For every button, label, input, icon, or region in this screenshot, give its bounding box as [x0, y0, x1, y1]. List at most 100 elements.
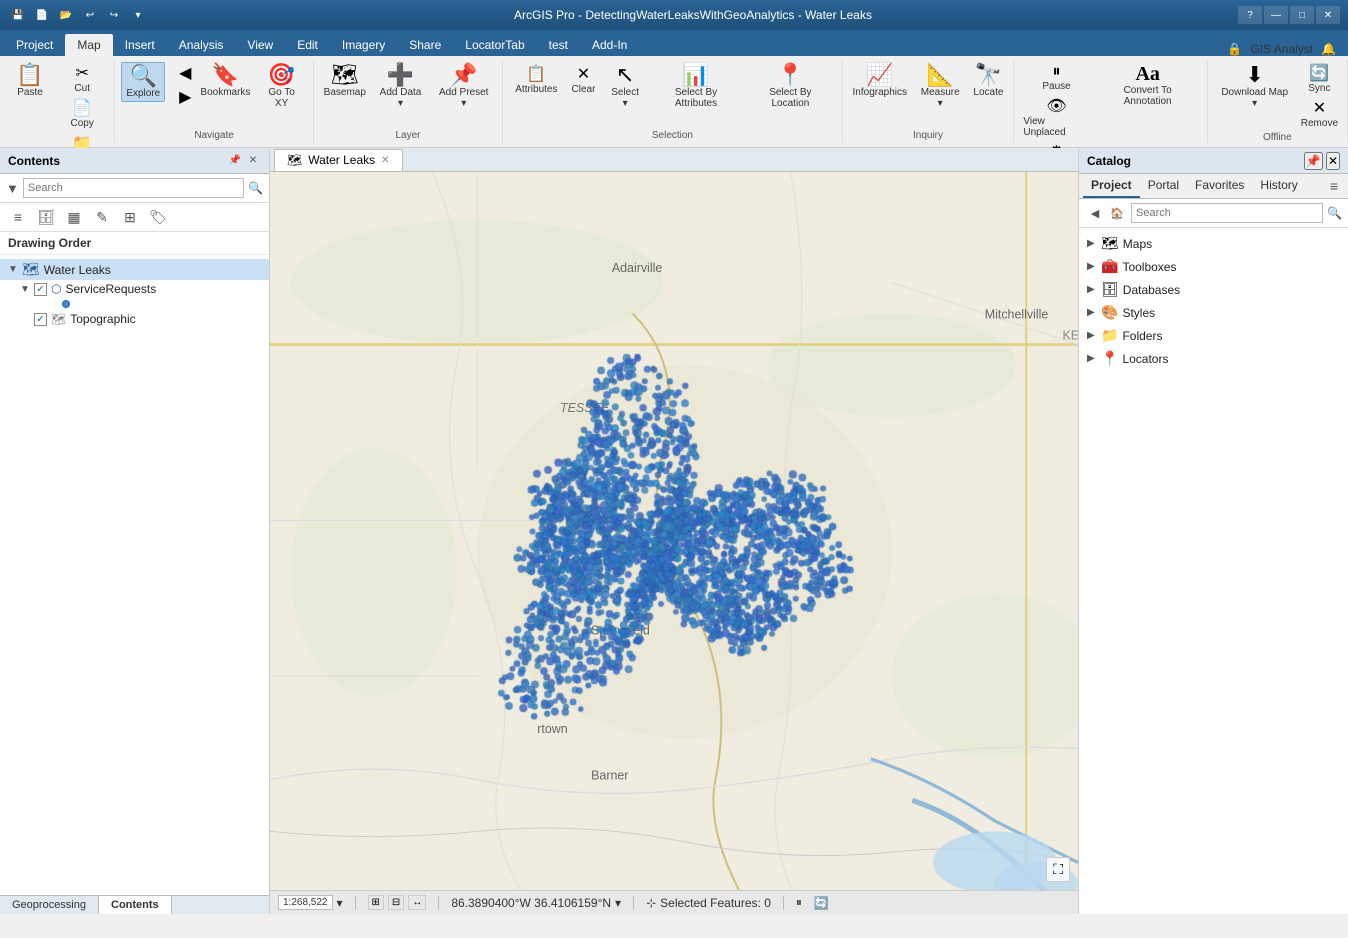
layer-water-leaks[interactable]: ▼ 🗺 Water Leaks — [0, 259, 269, 280]
qat-redo[interactable]: ↪ — [104, 6, 124, 24]
filter-button[interactable]: ▦ — [62, 206, 86, 228]
tab-view[interactable]: View — [235, 34, 285, 56]
help-button[interactable]: ? — [1238, 6, 1262, 24]
catalog-tab-project[interactable]: Project — [1083, 174, 1140, 198]
tab-contents[interactable]: Contents — [99, 896, 172, 914]
db-view-button[interactable]: 🗄 — [34, 206, 58, 228]
attributes-button[interactable]: 📋 Attributes — [509, 62, 563, 97]
tab-locatortab[interactable]: LocatorTab — [453, 34, 536, 56]
tab-project[interactable]: Project — [4, 34, 65, 56]
contents-pin-button[interactable]: 📌 — [227, 153, 243, 169]
clear-icon: ✕ — [577, 64, 590, 84]
contents-search-input[interactable] — [23, 178, 244, 198]
contents-close-button[interactable]: ✕ — [245, 153, 261, 169]
catalog-search-input[interactable] — [1131, 203, 1323, 223]
add-preset-button[interactable]: 📌 Add Preset ▾ — [431, 62, 496, 111]
select-by-attributes-button[interactable]: 📊 Select By Attributes — [649, 62, 743, 111]
tab-test[interactable]: test — [537, 34, 580, 56]
list-view-button[interactable]: ≡ — [6, 206, 30, 228]
clear-button[interactable]: ✕ Clear — [566, 62, 602, 97]
infographics-button[interactable]: 📈 Infographics — [849, 62, 911, 100]
checkbox-service-requests[interactable] — [34, 283, 47, 296]
tab-analysis[interactable]: Analysis — [167, 34, 236, 56]
checkbox-topographic[interactable] — [34, 313, 47, 326]
qat-save[interactable]: 💾 — [8, 6, 28, 24]
paste-button[interactable]: 📋 Paste — [6, 62, 54, 100]
catalog-item-folders[interactable]: ▶ 📁 Folders — [1079, 324, 1348, 347]
refresh-button-status[interactable]: 🔄 — [814, 896, 829, 910]
scale-dropdown-arrow[interactable]: ▾ — [337, 896, 343, 910]
layer-topographic[interactable]: ▶ 🗺 Topographic — [0, 310, 269, 328]
catalog-item-toolboxes[interactable]: ▶ 🧰 Toolboxes — [1079, 255, 1348, 278]
convert-annotation-button[interactable]: Aa Convert To Annotation — [1095, 62, 1201, 109]
contents-search-button[interactable]: 🔍 — [248, 181, 263, 195]
contents-search-bar: ▼ 🔍 — [0, 174, 269, 203]
pause-button-status[interactable]: ⏸ — [796, 895, 802, 910]
tab-share[interactable]: Share — [397, 34, 453, 56]
forward-button[interactable]: ▶ — [176, 86, 194, 108]
selected-view-button[interactable]: ✎ — [90, 206, 114, 228]
pause-button[interactable]: ⏸ Pause — [1020, 62, 1092, 93]
locate-button[interactable]: 🔭 Locate — [969, 62, 1007, 100]
map-viewport[interactable]: Adairville Mitchellville KENTUCKY TESSEE… — [270, 172, 1078, 890]
catalog-tab-portal[interactable]: Portal — [1140, 174, 1187, 198]
scale-value[interactable]: 1:268,522 — [278, 895, 333, 910]
catalog-back-button[interactable]: ◀ — [1085, 203, 1105, 223]
main-area: Contents 📌 ✕ ▼ 🔍 ≡ 🗄 ▦ ✎ ⊞ 🏷 Drawing Ord… — [0, 148, 1348, 914]
databases-label: Databases — [1123, 283, 1180, 297]
layer-service-requests[interactable]: ▼ ⬡ ServiceRequests — [0, 280, 269, 298]
snap-button[interactable]: ⊞ — [118, 206, 142, 228]
explore-button[interactable]: 🔍 Explore — [121, 62, 165, 102]
grid-button1[interactable]: ⊞ — [368, 895, 384, 910]
view-unplaced-button[interactable]: 👁 View Unplaced — [1020, 95, 1092, 139]
bookmarks-button[interactable]: 🔖 Bookmarks — [196, 62, 254, 100]
remove-button[interactable]: ✕ Remove — [1298, 97, 1341, 130]
catalog-item-styles[interactable]: ▶ 🎨 Styles — [1079, 301, 1348, 324]
drawing-order-label: Drawing Order — [0, 232, 269, 255]
qat-undo[interactable]: ↩ — [80, 6, 100, 24]
tab-edit[interactable]: Edit — [285, 34, 330, 56]
sync-button[interactable]: 🔄 Sync — [1298, 62, 1341, 95]
zoom-to-extent-button[interactable]: ⛶ — [1046, 857, 1070, 882]
tab-addin[interactable]: Add-In — [580, 34, 639, 56]
title-bar: 💾 📄 📂 ↩ ↪ ▾ ArcGIS Pro - DetectingWaterL… — [0, 0, 1348, 30]
catalog-tab-history[interactable]: History — [1252, 174, 1305, 198]
select-by-location-button[interactable]: 📍 Select By Location — [745, 62, 835, 111]
qat-open[interactable]: 📂 — [56, 6, 76, 24]
map-grid-buttons: ⊞ ⊟ ↔ — [368, 895, 427, 910]
catalog-close-button[interactable]: ✕ — [1326, 152, 1340, 170]
tab-insert[interactable]: Insert — [113, 34, 167, 56]
goto-xy-button[interactable]: 🎯 Go To XY — [256, 62, 306, 111]
catalog-tab-favorites[interactable]: Favorites — [1187, 174, 1252, 198]
maximize-button[interactable]: □ — [1290, 6, 1314, 24]
catalog-pin-button[interactable]: 📌 — [1304, 152, 1323, 170]
catalog-search-button[interactable]: 🔍 — [1327, 206, 1342, 220]
add-data-button[interactable]: ➕ Add Data ▾ — [372, 62, 429, 111]
grid-button3[interactable]: ↔ — [408, 895, 426, 910]
catalog-tab-menu[interactable]: ≡ — [1324, 174, 1344, 198]
tab-map[interactable]: Map — [65, 34, 112, 56]
qat-customize[interactable]: ▾ — [128, 6, 148, 24]
catalog-item-databases[interactable]: ▶ 🗄 Databases — [1079, 278, 1348, 301]
tab-imagery[interactable]: Imagery — [330, 34, 397, 56]
label-button[interactable]: 🏷 — [146, 206, 170, 228]
measure-button[interactable]: 📐 Measure ▾ — [913, 62, 968, 111]
cut-button[interactable]: ✂ Cut — [56, 62, 108, 95]
map-tab-water-leaks[interactable]: 🗺 Water Leaks ✕ — [274, 149, 403, 171]
qat-new[interactable]: 📄 — [32, 6, 52, 24]
scale-selector[interactable]: 1:268,522 ▾ — [278, 895, 343, 910]
close-button[interactable]: ✕ — [1316, 6, 1340, 24]
minimize-button[interactable]: — — [1264, 6, 1288, 24]
map-tab-close[interactable]: ✕ — [381, 155, 389, 166]
back-button[interactable]: ◀ — [176, 62, 194, 84]
select-button[interactable]: ↖ Select ▾ — [603, 62, 646, 111]
catalog-item-maps[interactable]: ▶ 🗺 Maps — [1079, 232, 1348, 255]
download-map-button[interactable]: ⬇ Download Map ▾ — [1214, 62, 1296, 111]
grid-button2[interactable]: ⊟ — [388, 895, 404, 910]
copy-button[interactable]: 📄 Copy — [56, 97, 108, 130]
coordinates-dropdown[interactable]: ▾ — [615, 896, 621, 910]
catalog-item-locators[interactable]: ▶ 📍 Locators — [1079, 347, 1348, 370]
basemap-button[interactable]: 🗺 Basemap — [320, 62, 370, 100]
tab-geoprocessing[interactable]: Geoprocessing — [0, 896, 99, 914]
catalog-home-button[interactable]: 🏠 — [1107, 203, 1127, 223]
